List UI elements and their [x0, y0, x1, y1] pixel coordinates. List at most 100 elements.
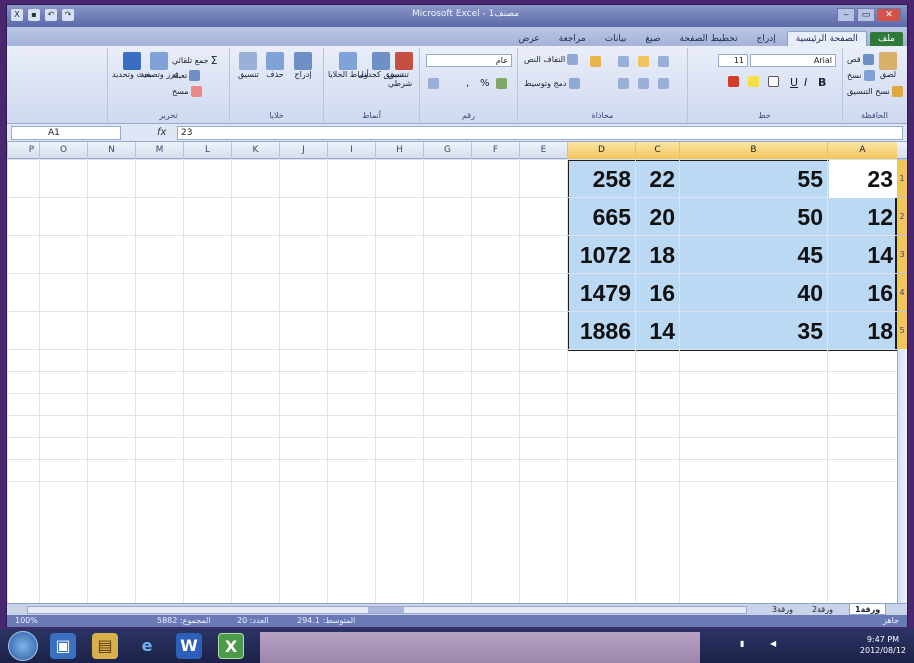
align-left-button[interactable] [658, 78, 669, 89]
paste-button[interactable]: لصق [879, 52, 897, 79]
column-header-i[interactable]: I [327, 142, 375, 159]
sheet-tab-1[interactable]: ورقة1 [849, 604, 887, 615]
scrollbar-thumb[interactable] [368, 607, 404, 613]
cut-button[interactable]: قص [847, 54, 874, 65]
row-header-4[interactable]: 4 [897, 273, 907, 311]
align-middle-button[interactable] [638, 56, 649, 67]
align-bottom-button[interactable] [658, 56, 669, 67]
cell-c4[interactable]: 16 [637, 274, 679, 312]
align-center-button[interactable] [638, 78, 649, 89]
column-header-k[interactable]: K [231, 142, 279, 159]
column-header-l[interactable]: L [183, 142, 231, 159]
font-size-combo[interactable]: 11 [718, 54, 748, 67]
column-header-f[interactable]: F [471, 142, 519, 159]
tab-review[interactable]: مراجعة [551, 32, 594, 46]
clock[interactable]: 9:47 PM 2012/08/12 [860, 634, 906, 656]
insert-cells-button[interactable]: إدراج [294, 52, 312, 79]
word-icon[interactable]: W [176, 633, 202, 659]
tab-data[interactable]: بيانات [597, 32, 635, 46]
bold-button[interactable]: B [818, 76, 826, 89]
orientation-button[interactable] [590, 56, 601, 67]
cell-d5[interactable]: 1886 [569, 312, 635, 350]
cell-a4[interactable]: 16 [829, 274, 897, 312]
cell-a1[interactable]: 23 [829, 160, 897, 198]
cell-a2[interactable]: 12 [829, 198, 897, 236]
comma-button[interactable]: , [466, 78, 469, 89]
cell-d4[interactable]: 1479 [569, 274, 635, 312]
column-header-b[interactable]: B [679, 142, 827, 159]
insert-function-icon[interactable]: fx [125, 126, 175, 140]
formula-input[interactable]: 23 [177, 126, 903, 140]
find-select-button[interactable]: بحث وتحديد [112, 52, 152, 79]
excel-icon[interactable]: X [218, 633, 244, 659]
ie-icon[interactable]: e [134, 633, 160, 659]
font-name-combo[interactable]: Arial [750, 54, 836, 67]
borders-button[interactable] [768, 76, 779, 87]
column-header-j[interactable]: J [279, 142, 327, 159]
column-header-p[interactable]: P [7, 142, 55, 159]
italic-button[interactable]: I [804, 76, 807, 89]
percent-button[interactable]: % [480, 78, 490, 89]
cell-b5[interactable]: 35 [681, 312, 827, 350]
column-header-d[interactable]: D [567, 142, 635, 159]
number-format-combo[interactable]: عام [426, 54, 512, 67]
minimize-button[interactable]: ‒ [837, 8, 855, 22]
close-button[interactable]: ✕ [877, 8, 901, 22]
tab-view[interactable]: عرض [510, 32, 547, 46]
column-header-m[interactable]: M [135, 142, 183, 159]
column-header-g[interactable]: G [423, 142, 471, 159]
increase-decimal-button[interactable] [428, 78, 439, 89]
cell-a5[interactable]: 18 [829, 312, 897, 350]
column-header-a[interactable]: A [827, 142, 897, 159]
media-icon[interactable]: ▣ [50, 633, 76, 659]
cell-c3[interactable]: 18 [637, 236, 679, 274]
tab-home[interactable]: الصفحة الرئيسية [786, 31, 867, 46]
cell-d3[interactable]: 1072 [569, 236, 635, 274]
fill-color-button[interactable] [748, 76, 759, 87]
undo-icon[interactable]: ↶ [45, 9, 57, 21]
tab-insert[interactable]: إدراج [749, 32, 784, 46]
cell-c1[interactable]: 22 [637, 160, 679, 198]
wrap-text-button[interactable]: التفاف النص [524, 54, 579, 65]
cell-c2[interactable]: 20 [637, 198, 679, 236]
underline-button[interactable]: U [790, 76, 798, 89]
cell-b1[interactable]: 55 [681, 160, 827, 198]
delete-cells-button[interactable]: حذف [266, 52, 284, 79]
copy-button[interactable]: نسخ [847, 70, 875, 81]
name-box[interactable]: A1 [11, 126, 121, 140]
column-header-e[interactable]: E [519, 142, 567, 159]
column-header-h[interactable]: H [375, 142, 423, 159]
redo-icon[interactable]: ↷ [62, 9, 74, 21]
start-button[interactable] [8, 631, 38, 661]
cell-d2[interactable]: 665 [569, 198, 635, 236]
network-icon[interactable]: ▮ [740, 639, 744, 648]
format-painter-button[interactable]: نسخ التنسيق [847, 86, 903, 97]
cell-d1[interactable]: 258 [569, 160, 635, 198]
row-header-5[interactable]: 5 [897, 311, 907, 349]
tab-file[interactable]: ملف [869, 32, 903, 46]
horizontal-scrollbar[interactable] [27, 606, 747, 614]
merge-center-button[interactable]: دمج وتوسيط [524, 78, 580, 89]
font-color-button[interactable] [728, 76, 739, 87]
cell-a3[interactable]: 14 [829, 236, 897, 274]
align-right-button[interactable] [618, 78, 629, 89]
autosum-button[interactable]: جمع تلقائي Σ [172, 54, 218, 67]
save-icon[interactable]: ▪ [28, 9, 40, 21]
column-header-n[interactable]: N [87, 142, 135, 159]
cell-styles-button[interactable]: أنماط الخلايا [328, 52, 369, 79]
currency-button[interactable] [496, 78, 507, 89]
volume-icon[interactable]: ◀ [770, 639, 776, 648]
column-header-c[interactable]: C [635, 142, 679, 159]
zoom-level[interactable]: 100% [15, 615, 38, 627]
cell-c5[interactable]: 14 [637, 312, 679, 350]
clear-button[interactable]: مسح [172, 86, 202, 97]
align-top-button[interactable] [618, 56, 629, 67]
format-cells-button[interactable]: تنسيق [238, 52, 259, 79]
cell-b4[interactable]: 40 [681, 274, 827, 312]
sheet-tab-3[interactable]: ورقة3 [767, 604, 798, 615]
row-header-3[interactable]: 3 [897, 235, 907, 273]
tab-page-layout[interactable]: تخطيط الصفحة [672, 32, 746, 46]
tab-formulas[interactable]: صيغ [637, 32, 668, 46]
row-header-1[interactable]: 1 [897, 159, 907, 197]
cell-b2[interactable]: 50 [681, 198, 827, 236]
